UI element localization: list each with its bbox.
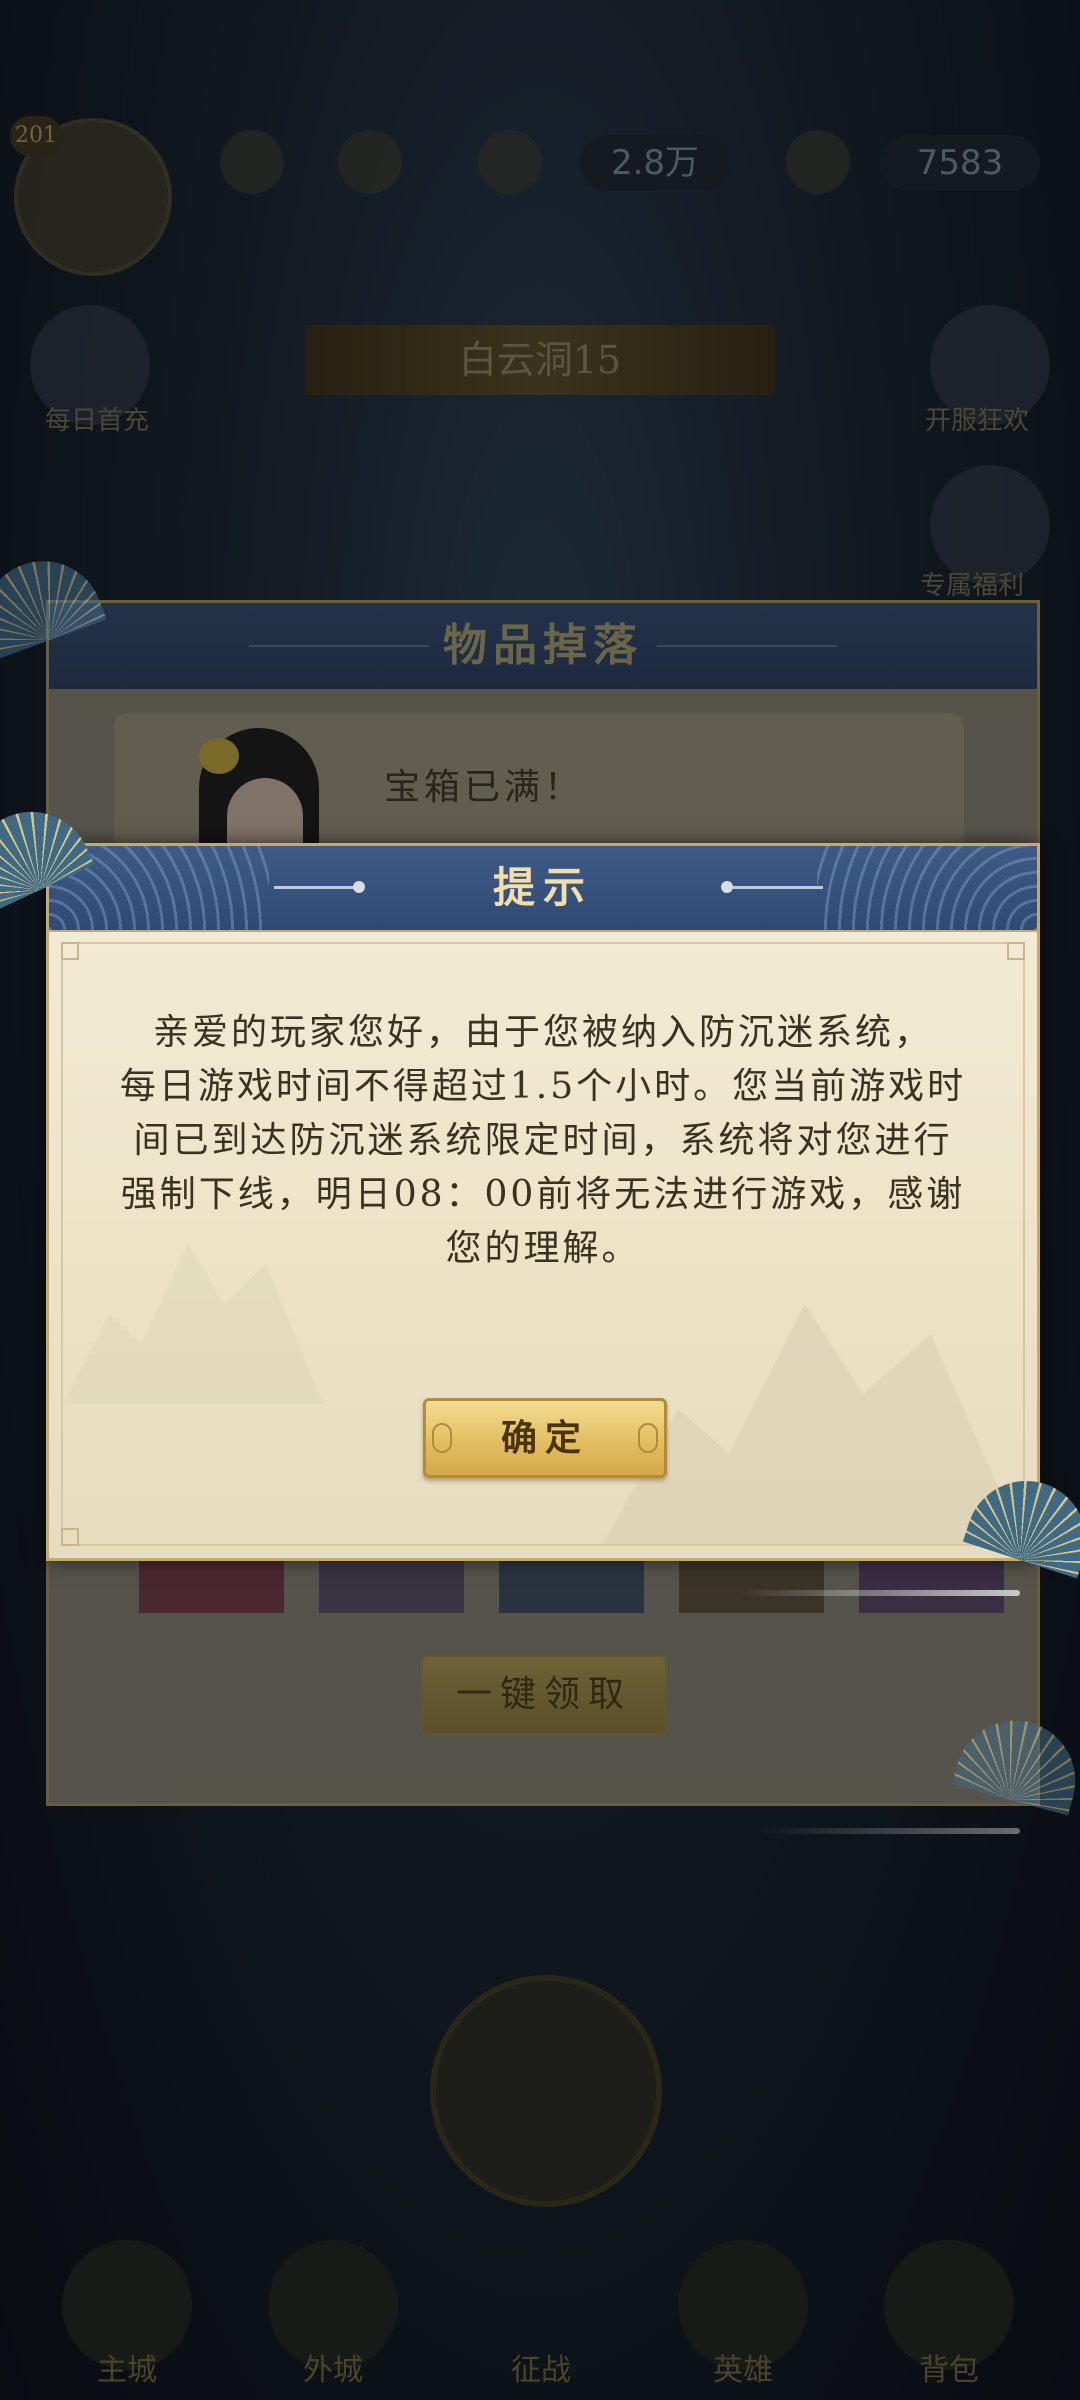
battle-button[interactable] xyxy=(430,1975,662,2207)
message-line: 亲爱的玩家您好，由于您被纳入防沉迷系统， xyxy=(152,1012,933,1053)
item-slot[interactable] xyxy=(319,1553,464,1613)
message-line: 强制下线，明日08：00前将无法进行游戏，感谢 xyxy=(120,1174,966,1215)
jade-icon[interactable] xyxy=(786,130,850,194)
notice-dialog: 提示 亲爱的玩家您好，由于您被纳入防沉迷系统， 每日游戏时间不得超过1.5个小时… xyxy=(46,843,1040,1561)
hero-icon[interactable] xyxy=(220,130,284,194)
side-label-welfare: 专属福利 xyxy=(920,571,1025,601)
item-slot[interactable] xyxy=(139,1553,284,1613)
npc-portrait xyxy=(159,718,359,863)
message-line: 您的理解。 xyxy=(445,1228,641,1269)
item-drop-header: 物品掉落 xyxy=(49,603,1037,689)
message-line: 每日游戏时间不得超过1.5个小时。您当前游戏时 xyxy=(119,1066,967,1107)
confirm-button[interactable]: 确定 xyxy=(423,1398,667,1478)
item-row xyxy=(109,1553,1004,1613)
mountain-decoration xyxy=(603,1304,1023,1544)
currency-coins: 2.8万 xyxy=(580,135,730,191)
side-label-carnival: 开服狂欢 xyxy=(925,406,1030,436)
level-badge: 201 xyxy=(10,116,62,156)
nav-hero[interactable]: 英雄 xyxy=(678,2345,808,2389)
swirl-icon xyxy=(740,1590,1020,1596)
mail-icon[interactable] xyxy=(338,130,402,194)
item-slot[interactable] xyxy=(679,1553,824,1613)
item-drop-title: 物品掉落 xyxy=(443,620,643,671)
item-slot[interactable] xyxy=(499,1553,644,1613)
swirl-icon xyxy=(760,1828,1020,1834)
notice-dialog-header: 提示 xyxy=(49,846,1037,932)
nav-main-city[interactable]: 主城 xyxy=(62,2345,192,2389)
anti-addiction-message: 亲爱的玩家您好，由于您被纳入防沉迷系统， 每日游戏时间不得超过1.5个小时。您当… xyxy=(89,1006,997,1276)
confirm-button-label: 确定 xyxy=(500,1417,589,1459)
claim-all-button[interactable]: 一键领取 xyxy=(421,1655,667,1735)
message-line: 间已到达防沉迷系统限定时间，系统将对您进行 xyxy=(133,1120,953,1161)
nav-battle[interactable]: 征战 xyxy=(476,2345,606,2389)
nav-outer-city[interactable]: 外城 xyxy=(268,2345,398,2389)
stage-name: 白云洞15 xyxy=(305,325,775,395)
side-label-first-recharge: 每日首充 xyxy=(45,406,150,436)
notice-dialog-title: 提示 xyxy=(492,863,593,912)
currency-jade: 7583 xyxy=(880,135,1040,191)
nav-bag[interactable]: 背包 xyxy=(884,2345,1014,2389)
item-slot[interactable] xyxy=(859,1553,1004,1613)
coin-icon[interactable] xyxy=(478,130,542,194)
